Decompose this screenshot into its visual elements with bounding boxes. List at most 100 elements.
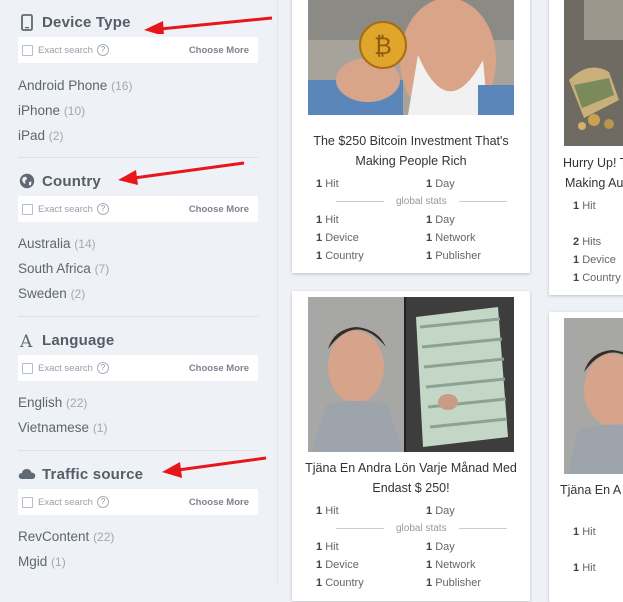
days-stat: 1 Day bbox=[426, 178, 455, 190]
choose-more-button[interactable]: Choose More bbox=[189, 45, 249, 56]
global-stats-divider: global stats bbox=[330, 523, 513, 534]
countries-stat: 1 Country bbox=[573, 272, 621, 284]
filter-option[interactable]: South Africa (7) bbox=[18, 256, 258, 281]
global-hits-stat: 1 Hit bbox=[316, 541, 339, 553]
networks-stat: 1 Network bbox=[426, 559, 476, 571]
option-count: (7) bbox=[94, 262, 110, 276]
exact-search-checkbox[interactable] bbox=[22, 362, 33, 374]
filter-option[interactable]: RevContent (22) bbox=[18, 524, 258, 549]
globe-icon bbox=[18, 172, 36, 190]
exact-search-checkbox[interactable] bbox=[22, 44, 33, 56]
option-label: iPad bbox=[18, 128, 46, 143]
filter-divider bbox=[18, 450, 258, 451]
option-count: (1) bbox=[92, 421, 108, 435]
option-count: (10) bbox=[63, 104, 86, 118]
help-icon[interactable]: ? bbox=[96, 496, 109, 508]
annotation-arrow bbox=[144, 16, 273, 34]
option-count: (22) bbox=[93, 530, 115, 544]
ad-thumbnail[interactable] bbox=[308, 297, 514, 452]
svg-text:A: A bbox=[19, 332, 33, 348]
option-label: Vietnamese bbox=[18, 420, 90, 435]
devices-stat: 1 Device bbox=[573, 254, 616, 266]
exact-search-label: Exact search bbox=[38, 496, 93, 508]
ad-title[interactable]: Tjäna En Andra Lön Varje Månad Med Endast… bbox=[302, 458, 520, 498]
filter-option[interactable]: Vietnamese (1) bbox=[18, 415, 258, 440]
publishers-stat: 1 Publisher bbox=[426, 250, 482, 262]
choose-more-button[interactable]: Choose More bbox=[189, 204, 249, 215]
global-days-stat: 1 Day bbox=[426, 541, 455, 553]
ad-title[interactable]: Hurry Up! T Making Au bbox=[563, 153, 623, 193]
help-icon[interactable]: ? bbox=[96, 362, 109, 374]
option-label: RevContent bbox=[18, 529, 90, 544]
hits-stat: 1 Hit bbox=[573, 526, 596, 538]
devices-stat: 1 Device bbox=[316, 559, 359, 571]
annotation-arrow bbox=[162, 456, 267, 478]
filter-sidebar: Device Type Exact search ? Choose More A… bbox=[0, 0, 278, 583]
option-label: Australia bbox=[18, 236, 71, 251]
option-count: (2) bbox=[48, 129, 64, 143]
ad-title[interactable]: Tjäna En A bbox=[560, 480, 623, 500]
country-title: Country bbox=[42, 172, 101, 190]
font-letter-icon: A bbox=[18, 331, 36, 349]
option-label: iPhone bbox=[18, 103, 61, 118]
countries-stat: 1 Country bbox=[316, 250, 364, 262]
exact-search-label: Exact search bbox=[38, 362, 93, 374]
language-title: Language bbox=[42, 331, 115, 349]
cloud-icon bbox=[18, 465, 36, 483]
language-exact-search: Exact search ? Choose More bbox=[18, 355, 258, 381]
help-icon[interactable]: ? bbox=[96, 44, 109, 56]
global-hits-stat: 2 Hits bbox=[573, 236, 602, 248]
ad-card[interactable]: Hurry Up! T Making Au 1 Hit 2 Hits 1 Devi… bbox=[549, 0, 623, 295]
networks-stat: 1 Network bbox=[426, 232, 476, 244]
svg-text:₿: ₿ bbox=[374, 32, 392, 60]
publishers-stat: 1 Publisher bbox=[426, 577, 482, 589]
exact-search-checkbox[interactable] bbox=[22, 496, 33, 508]
option-label: Android Phone bbox=[18, 78, 108, 93]
device-type-title: Device Type bbox=[42, 13, 131, 31]
filter-option[interactable]: Android Phone (16) bbox=[18, 73, 258, 98]
filter-option[interactable]: iPhone (10) bbox=[18, 98, 258, 123]
filter-option[interactable]: iPad (2) bbox=[18, 123, 258, 148]
exact-search-label: Exact search bbox=[38, 44, 93, 56]
annotation-arrow bbox=[118, 161, 245, 185]
option-label: English bbox=[18, 395, 63, 410]
exact-search-label: Exact search bbox=[38, 203, 93, 215]
help-icon[interactable]: ? bbox=[96, 203, 109, 215]
global-days-stat: 1 Day bbox=[426, 214, 455, 226]
country-filter: Country Exact search ? Choose More Austr… bbox=[18, 169, 258, 306]
language-filter: A Language Exact search ? Choose More En… bbox=[18, 328, 258, 440]
option-count: (16) bbox=[111, 79, 133, 93]
global-hits-stat: 1 Hit bbox=[573, 562, 596, 574]
phone-icon bbox=[18, 13, 36, 31]
global-hits-stat: 1 Hit bbox=[316, 214, 339, 226]
country-exact-search: Exact search ? Choose More bbox=[18, 196, 258, 222]
language-header[interactable]: A Language bbox=[18, 328, 258, 352]
filter-option[interactable]: English (22) bbox=[18, 390, 258, 415]
filter-option[interactable]: Australia (14) bbox=[18, 231, 258, 256]
ad-card[interactable]: Tjäna En Andra Lön Varje Månad Med Endast… bbox=[292, 291, 530, 601]
choose-more-button[interactable]: Choose More bbox=[189, 363, 249, 374]
hits-stat: 1 Hit bbox=[573, 200, 596, 212]
traffic-exact-search: Exact search ? Choose More bbox=[18, 489, 258, 515]
ad-thumbnail[interactable] bbox=[564, 0, 623, 146]
option-label: Sweden bbox=[18, 286, 67, 301]
filter-option[interactable]: Sweden (2) bbox=[18, 281, 258, 306]
ad-title[interactable]: The $250 Bitcoin Investment That's Making… bbox=[302, 131, 520, 171]
days-stat: 1 Day bbox=[426, 505, 455, 517]
option-count: (22) bbox=[66, 396, 88, 410]
exact-search-checkbox[interactable] bbox=[22, 203, 33, 215]
devices-stat: 1 Device bbox=[316, 232, 359, 244]
filter-option[interactable]: Mgid (1) bbox=[18, 549, 258, 574]
hits-stat: 1 Hit bbox=[316, 505, 339, 517]
option-count: (2) bbox=[70, 287, 86, 301]
ad-card[interactable]: Tjäna En A 1 Hit 1 Hit bbox=[549, 312, 623, 602]
ad-card[interactable]: ₿ The $250 Bitcoin Investment That's Maki… bbox=[292, 0, 530, 273]
hits-stat: 1 Hit bbox=[316, 178, 339, 190]
ad-thumbnail[interactable] bbox=[564, 318, 623, 474]
choose-more-button[interactable]: Choose More bbox=[189, 497, 249, 508]
option-count: (1) bbox=[51, 555, 66, 569]
filter-divider bbox=[18, 316, 258, 317]
global-stats-divider: global stats bbox=[330, 196, 513, 207]
option-label: Mgid bbox=[18, 554, 48, 569]
ad-thumbnail[interactable]: ₿ bbox=[308, 0, 514, 115]
